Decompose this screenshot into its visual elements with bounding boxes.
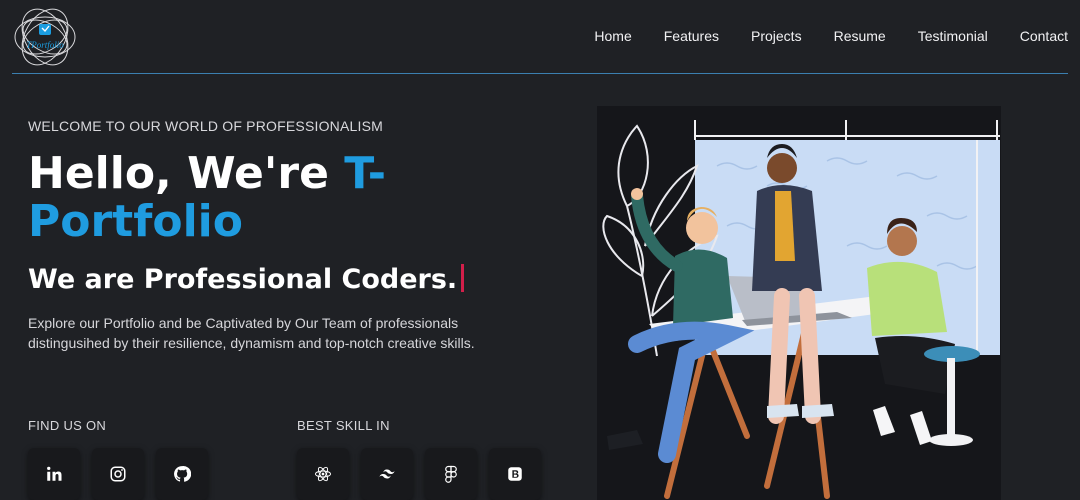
hero-title: Hello, We're T-Portfolio bbox=[28, 150, 588, 246]
instagram-button[interactable] bbox=[92, 448, 144, 500]
github-icon bbox=[174, 466, 191, 482]
bootstrap-icon bbox=[508, 467, 522, 481]
best-skill-label: BEST SKILL IN bbox=[297, 418, 390, 433]
social-links bbox=[28, 448, 208, 500]
logo[interactable]: TPortfolio bbox=[12, 4, 78, 70]
linkedin-button[interactable] bbox=[28, 448, 80, 500]
skill-icons bbox=[297, 448, 541, 500]
typing-cursor bbox=[461, 264, 465, 292]
tailwind-skill[interactable] bbox=[361, 448, 413, 500]
instagram-icon bbox=[110, 466, 126, 482]
tailwind-icon bbox=[379, 469, 395, 479]
welcome-text: WELCOME TO OUR WORLD OF PROFESSIONALISM bbox=[28, 118, 383, 134]
logo-text: TPortfolio bbox=[26, 40, 64, 50]
react-icon bbox=[315, 466, 331, 482]
nav-projects[interactable]: Projects bbox=[735, 27, 818, 45]
nav-testimonial[interactable]: Testimonial bbox=[902, 27, 1004, 45]
tagline-text: We are Professional Coders. bbox=[28, 264, 458, 295]
nav-home[interactable]: Home bbox=[578, 27, 647, 45]
hero-intro: Explore our Portfolio and be Captivated … bbox=[28, 315, 475, 351]
figma-icon bbox=[445, 465, 457, 483]
hero-tagline: We are Professional Coders. bbox=[28, 264, 465, 295]
find-us-label: FIND US ON bbox=[28, 418, 107, 433]
logo-emblem-icon bbox=[14, 8, 76, 66]
linkedin-icon bbox=[47, 466, 62, 481]
github-button[interactable] bbox=[156, 448, 208, 500]
site-header: TPortfolio Home Features Projects Resume… bbox=[0, 0, 1080, 74]
header-divider bbox=[12, 73, 1068, 74]
team-working-illustration bbox=[602, 120, 1000, 499]
react-skill[interactable] bbox=[297, 448, 349, 500]
figma-skill[interactable] bbox=[425, 448, 477, 500]
bootstrap-skill[interactable] bbox=[489, 448, 541, 500]
hero-illustration bbox=[597, 106, 1001, 500]
hero-title-prefix: Hello, We're bbox=[28, 148, 345, 199]
nav-resume[interactable]: Resume bbox=[818, 27, 902, 45]
nav-features[interactable]: Features bbox=[648, 27, 735, 45]
main-nav: Home Features Projects Resume Testimonia… bbox=[578, 27, 1068, 45]
nav-contact[interactable]: Contact bbox=[1004, 27, 1068, 45]
